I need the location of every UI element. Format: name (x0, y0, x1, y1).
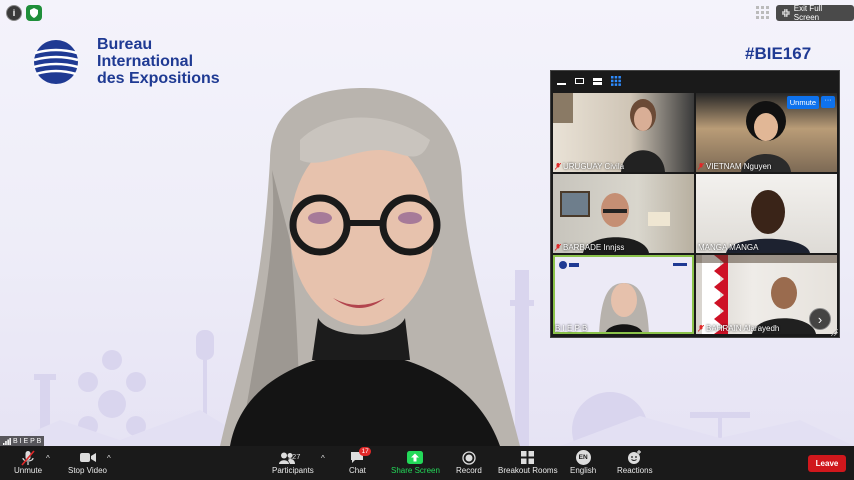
record-icon (462, 450, 476, 465)
logo-line-2: International (97, 53, 194, 70)
breakout-rooms-button[interactable]: Breakout Rooms (498, 449, 558, 475)
resize-handle-icon[interactable] (831, 329, 838, 336)
exit-full-screen-button[interactable]: Exit Full Screen (776, 4, 854, 22)
chat-button[interactable]: 17 Chat (349, 447, 371, 475)
unmute-label: Unmute (14, 466, 43, 475)
reaction-emoji-icon (628, 450, 642, 464)
logo-line-1: Bureau (97, 36, 153, 53)
leave-meeting-button[interactable]: Leave (808, 455, 846, 472)
main-speaker-name: B I E P B (13, 437, 42, 445)
mic-muted-icon (21, 449, 35, 466)
participant-tile[interactable]: MANGA MANGA (696, 174, 837, 253)
share-screen-label: Share Screen (391, 466, 440, 475)
collapse-icon (782, 9, 790, 17)
participant-name: BARBADE Innjss (555, 243, 624, 252)
stop-video-label: Stop Video (68, 466, 107, 475)
language-button[interactable]: EN English (570, 449, 596, 475)
more-options-button[interactable]: ··· (821, 96, 835, 108)
participant-tile[interactable]: BAHRAIN Alarayedh › (696, 255, 837, 334)
participant-name: URUGUAY Civila (555, 162, 624, 171)
chat-label: Chat (349, 466, 366, 475)
signal-bars-icon (3, 437, 11, 445)
meeting-toolbar: Unmute ^ Stop Video ^ 127 Participants ^… (0, 446, 854, 480)
audio-options-caret[interactable]: ^ (46, 454, 50, 463)
record-label: Record (456, 466, 482, 475)
record-button[interactable]: Record (456, 449, 482, 475)
stop-video-button[interactable]: Stop Video (68, 449, 107, 475)
gallery-panel[interactable]: URUGUAY Civila Unmute ··· VIETNAM Nguyen (550, 70, 840, 338)
mic-muted-icon (555, 244, 561, 251)
unmute-participant-button[interactable]: Unmute (786, 96, 819, 109)
participant-tile[interactable]: Unmute ··· VIETNAM Nguyen (696, 93, 837, 172)
participant-video (559, 261, 687, 334)
participant-name: B I E P B (555, 324, 588, 333)
share-screen-icon (407, 451, 424, 464)
participant-video (560, 191, 670, 253)
mic-muted-icon (698, 325, 704, 332)
participant-name: VIETNAM Nguyen (698, 162, 771, 171)
reactions-button[interactable]: Reactions (617, 449, 653, 475)
participants-count: 127 (287, 452, 301, 461)
side-by-side-icon[interactable] (593, 77, 602, 85)
participants-label: Participants (272, 466, 314, 475)
breakout-rooms-label: Breakout Rooms (498, 466, 558, 475)
breakout-rooms-icon (521, 451, 535, 464)
participant-video (553, 93, 665, 172)
participant-name: MANGA MANGA (698, 243, 759, 252)
logo-line-3: des Expositions (97, 70, 220, 87)
participant-tile[interactable]: BARBADE Innjss (553, 174, 694, 253)
mic-muted-icon (698, 163, 704, 170)
participant-name: BAHRAIN Alarayedh (698, 324, 779, 333)
participants-button[interactable]: 127 Participants (272, 449, 314, 475)
gallery-view-icon[interactable] (611, 76, 621, 86)
participant-tile[interactable]: B I E P B (553, 255, 694, 334)
encryption-shield-icon[interactable] (26, 5, 42, 21)
speaker-strip-icon[interactable] (575, 78, 584, 84)
view-grid-icon[interactable] (756, 6, 770, 20)
video-camera-icon (79, 453, 96, 462)
mic-muted-icon (555, 163, 561, 170)
chevron-right-icon: › (817, 311, 823, 327)
share-screen-button[interactable]: Share Screen (391, 449, 440, 475)
reactions-label: Reactions (617, 466, 653, 475)
video-options-caret[interactable]: ^ (107, 454, 111, 463)
chat-unread-badge: 17 (359, 447, 371, 456)
gallery-tiles: URUGUAY Civila Unmute ··· VIETNAM Nguyen (553, 93, 838, 336)
minimize-icon[interactable] (557, 83, 566, 85)
next-page-button[interactable]: › (809, 308, 831, 330)
participant-video (726, 190, 810, 253)
gallery-view-controls (551, 71, 839, 91)
bie-logo-text: Bureau International des Expositions (97, 36, 220, 87)
exit-full-screen-label: Exit Full Screen (793, 4, 823, 22)
event-hashtag: #BIE167 (745, 44, 812, 63)
language-label: English (570, 466, 597, 475)
bie-logo: Bureau International des Expositions (33, 36, 220, 87)
bie-globe-icon (33, 39, 79, 84)
participant-tile[interactable]: URUGUAY Civila (553, 93, 694, 172)
main-speaker-label: B I E P B (0, 436, 45, 446)
language-globe-icon: EN (575, 450, 591, 465)
participants-options-caret[interactable]: ^ (321, 454, 325, 463)
meeting-info-icon[interactable]: i (6, 5, 22, 21)
unmute-button[interactable]: Unmute (14, 449, 42, 475)
